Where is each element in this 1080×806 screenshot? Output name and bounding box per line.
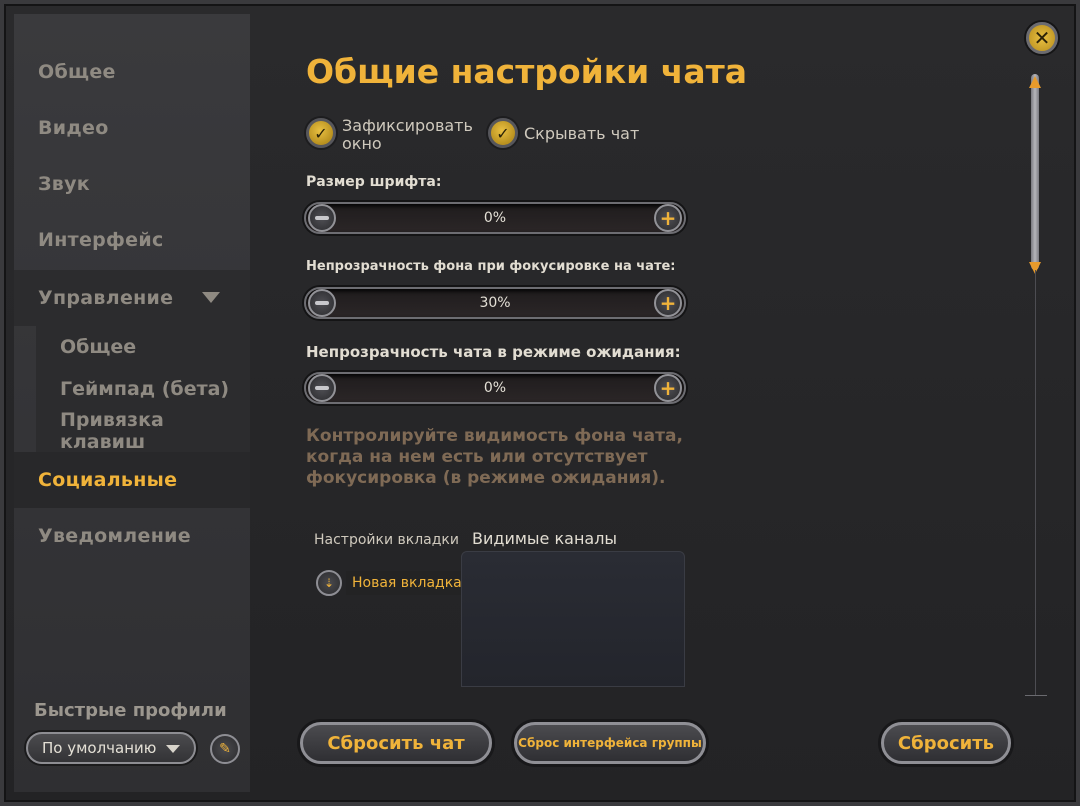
sidebar-item-controls[interactable]: Управление bbox=[14, 270, 250, 326]
sidebar-item-controls-label: Управление bbox=[38, 287, 174, 309]
page-title: Общие настройки чата bbox=[306, 52, 748, 91]
scroll-up-icon[interactable] bbox=[1029, 76, 1041, 88]
focus-opacity-label: Непрозрачность фона при фокусировке на ч… bbox=[306, 259, 676, 274]
idle-opacity-label: Непрозрачность чата в режиме ожидания: bbox=[306, 343, 681, 361]
profile-dropdown[interactable]: По умолчанию bbox=[26, 732, 196, 764]
font-size-label: Размер шрифта: bbox=[306, 174, 442, 190]
font-size-value: 0% bbox=[483, 210, 507, 226]
profile-dropdown-value: По умолчанию bbox=[42, 739, 157, 757]
chevron-down-icon bbox=[166, 745, 180, 753]
reset-group-ui-button[interactable]: Сброс интерфейса группы bbox=[514, 722, 706, 764]
tab-arrow-icon[interactable]: ⇣ bbox=[316, 570, 342, 596]
increase-idle-opacity-button[interactable]: + bbox=[654, 374, 682, 402]
sidebar-item-sound[interactable]: Звук bbox=[14, 156, 250, 212]
sidebar-subitem-keybinds[interactable]: Привязка клавиш bbox=[36, 409, 250, 453]
sidebar-subitem-general[interactable]: Общее bbox=[36, 326, 250, 368]
sidebar-subitem-gamepad[interactable]: Геймпад (бета) bbox=[36, 368, 250, 410]
idle-opacity-slider[interactable]: 0% + bbox=[304, 372, 686, 404]
reset-chat-button[interactable]: Сбросить чат bbox=[300, 722, 492, 764]
tab-name[interactable]: Новая вкладка bbox=[346, 571, 468, 595]
settings-sidebar: Общее Видео Звук Интерфейс Управление Об… bbox=[14, 14, 250, 792]
close-icon: ✕ bbox=[1033, 26, 1051, 50]
plus-icon: + bbox=[659, 206, 677, 230]
sidebar-item-general[interactable]: Общее bbox=[14, 44, 250, 100]
scrollbar-thumb[interactable] bbox=[1031, 74, 1039, 270]
sidebar-item-social[interactable]: Социальные bbox=[14, 452, 250, 508]
lock-window-checkbox[interactable]: ✓ bbox=[306, 118, 336, 148]
font-size-slider[interactable]: 0% + bbox=[304, 202, 686, 234]
idle-opacity-value: 0% bbox=[483, 380, 507, 396]
plus-icon: + bbox=[659, 291, 677, 315]
hide-chat-checkbox[interactable]: ✓ bbox=[488, 118, 518, 148]
edit-profile-button[interactable]: ✎ bbox=[210, 734, 240, 764]
close-button[interactable]: ✕ bbox=[1026, 22, 1058, 54]
scrollbar-end bbox=[1025, 695, 1047, 696]
tab-settings-label: Настройки вкладки bbox=[314, 532, 459, 548]
focus-opacity-slider[interactable]: 30% + bbox=[304, 287, 686, 319]
visible-channels-label: Видимые каналы bbox=[472, 529, 618, 548]
sidebar-item-notifications[interactable]: Уведомление bbox=[14, 508, 250, 564]
sidebar-item-interface[interactable]: Интерфейс bbox=[14, 212, 250, 268]
lock-window-label: Зафиксировать окно bbox=[342, 116, 473, 153]
checkmark-icon: ✓ bbox=[496, 123, 510, 143]
chat-tab-item[interactable]: ⇣ Новая вкладка bbox=[316, 570, 468, 596]
sidebar-item-video[interactable]: Видео bbox=[14, 100, 250, 156]
chevron-down-icon bbox=[202, 292, 220, 303]
increase-focus-opacity-button[interactable]: + bbox=[654, 289, 682, 317]
plus-icon: + bbox=[659, 376, 677, 400]
visible-channels-list[interactable] bbox=[461, 551, 685, 687]
opacity-help-text: Контролируйте видимость фона чата, когда… bbox=[306, 426, 683, 488]
reset-button[interactable]: Сбросить bbox=[881, 722, 1011, 764]
pencil-icon: ✎ bbox=[219, 741, 231, 757]
checkmark-icon: ✓ bbox=[314, 123, 328, 143]
scrollbar-track[interactable] bbox=[1035, 270, 1036, 696]
increase-font-size-button[interactable]: + bbox=[654, 204, 682, 232]
hide-chat-label: Скрывать чат bbox=[524, 124, 640, 143]
quick-profiles-label: Быстрые профили bbox=[34, 700, 227, 721]
focus-opacity-value: 30% bbox=[479, 295, 511, 311]
